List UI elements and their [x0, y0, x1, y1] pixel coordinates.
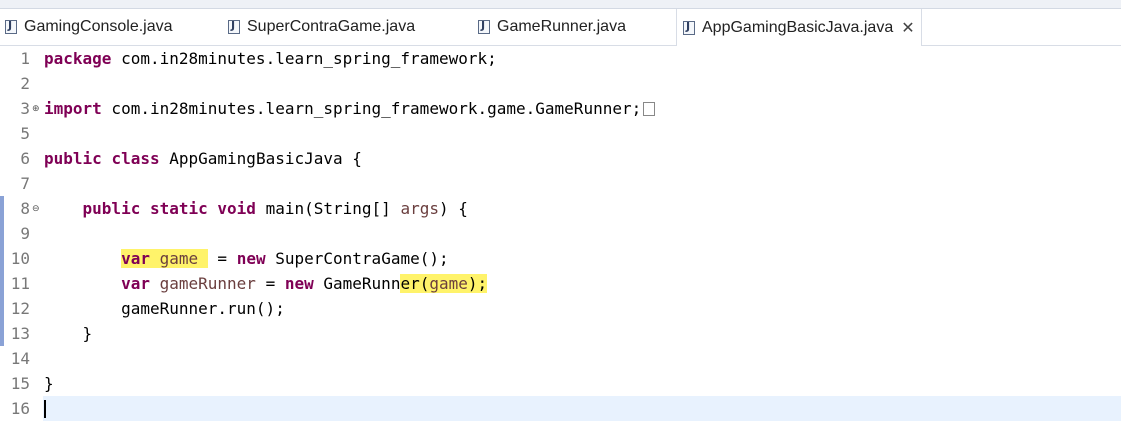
- line-number: 12: [10, 299, 30, 318]
- collapse-fold-icon[interactable]: ⊖: [32, 204, 40, 214]
- tab-gaming-console[interactable]: GamingConsole.java: [5, 9, 173, 45]
- java-file-icon: [478, 19, 490, 34]
- line-number: 2: [20, 74, 30, 93]
- code-line-3: 3 ⊕ import com.in28minutes.learn_spring_…: [0, 96, 1121, 121]
- tab-label: GamingConsole.java: [24, 18, 173, 35]
- code-line-1: 1 package com.in28minutes.learn_spring_f…: [0, 46, 1121, 71]
- java-file-icon: [683, 20, 695, 35]
- tab-label: SuperContraGame.java: [247, 18, 416, 35]
- code-line-10: 10 var game = new SuperContraGame();: [0, 246, 1121, 271]
- line-number: 8: [20, 199, 30, 218]
- line-number: 1: [20, 49, 30, 68]
- tab-super-contra-game[interactable]: SuperContraGame.java: [228, 9, 415, 45]
- line-number: 10: [10, 249, 30, 268]
- tab-game-runner[interactable]: GameRunner.java: [478, 9, 626, 45]
- code-line-15: 15 }: [0, 371, 1121, 396]
- window-top-strip: [0, 0, 1121, 9]
- code-line-2: 2: [0, 71, 1121, 96]
- tab-app-gaming-basic-java[interactable]: AppGamingBasicJava.java ✕: [676, 9, 922, 46]
- code-editor[interactable]: 1 package com.in28minutes.learn_spring_f…: [0, 46, 1121, 439]
- close-tab-icon[interactable]: ✕: [901, 18, 914, 38]
- line-number: 15: [10, 374, 30, 393]
- line-number: 11: [10, 274, 30, 293]
- java-file-icon: [5, 19, 17, 34]
- line-number: 14: [10, 349, 30, 368]
- line-number: 5: [20, 124, 30, 143]
- tab-label: GameRunner.java: [497, 18, 626, 35]
- line-number: 13: [10, 324, 30, 343]
- code-line-13: 13 }: [0, 321, 1121, 346]
- line-number: 3: [20, 99, 30, 118]
- code-line-9: 9: [0, 221, 1121, 246]
- code-line-7: 7: [0, 171, 1121, 196]
- line-number: 6: [20, 149, 30, 168]
- tab-label: AppGamingBasicJava.java: [702, 18, 894, 36]
- code-line-8: 8 ⊖ public static void main(String[] arg…: [0, 196, 1121, 221]
- code-line-5: 5: [0, 121, 1121, 146]
- expand-fold-icon[interactable]: ⊕: [32, 104, 40, 114]
- line-number: 7: [20, 174, 30, 193]
- line-number: 16: [10, 399, 30, 418]
- folded-imports-icon[interactable]: [643, 102, 656, 116]
- code-line-12: 12 gameRunner.run();: [0, 296, 1121, 321]
- text-caret: [44, 400, 46, 418]
- code-line-16[interactable]: 16: [0, 396, 1121, 421]
- code-line-6: 6 public class AppGamingBasicJava {: [0, 146, 1121, 171]
- java-file-icon: [228, 19, 240, 34]
- code-line-14: 14: [0, 346, 1121, 371]
- editor-tab-bar: GamingConsole.java SuperContraGame.java …: [0, 9, 1121, 46]
- code-line-11: 11 var gameRunner = new GameRunner(game)…: [0, 271, 1121, 296]
- line-number: 9: [20, 224, 30, 243]
